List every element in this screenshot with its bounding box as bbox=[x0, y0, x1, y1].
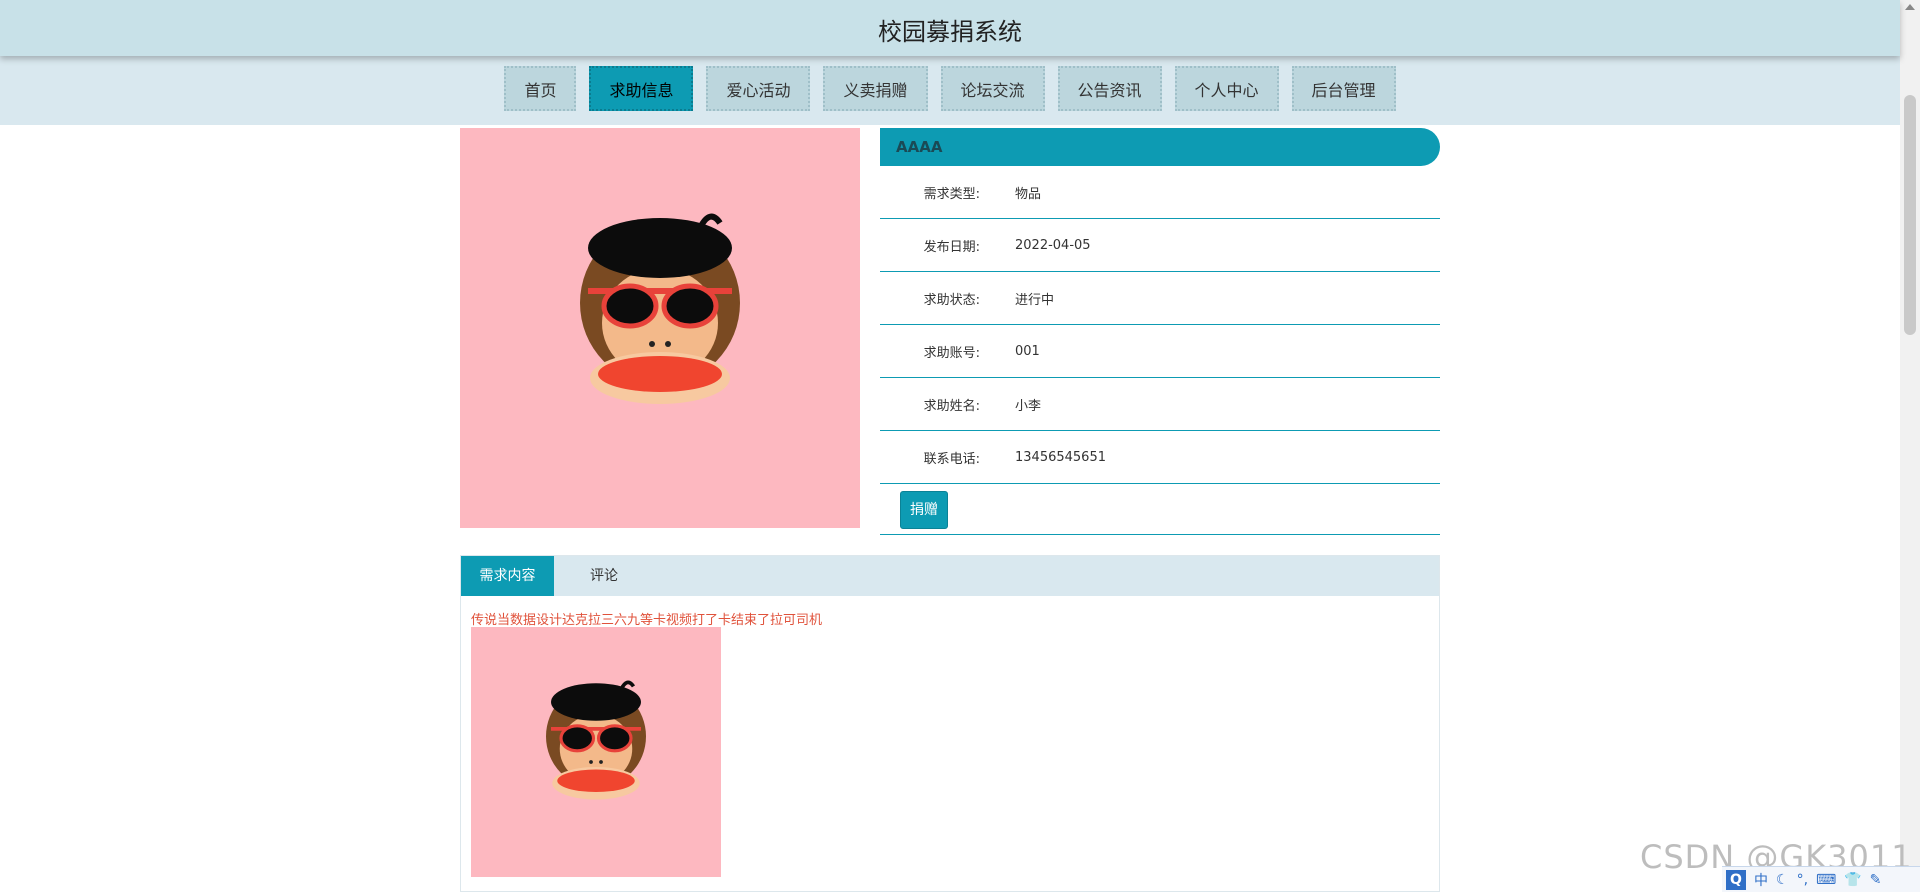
field-value: 进行中 bbox=[1015, 292, 1055, 308]
page-header: 校园募捐系统 bbox=[0, 0, 1900, 56]
nav-list: 首页 求助信息 爱心活动 义卖捐赠 论坛交流 公告资讯 个人中心 后台管理 bbox=[0, 66, 1900, 111]
scrollbar-thumb[interactable] bbox=[1904, 95, 1916, 335]
field-value: 13456545651 bbox=[1015, 449, 1106, 465]
field-label: 需求类型: bbox=[923, 186, 980, 202]
tab-demand-content[interactable]: 需求内容 bbox=[461, 556, 554, 596]
tab-comments[interactable]: 评论 bbox=[554, 556, 654, 596]
field-label: 发布日期: bbox=[923, 239, 980, 255]
monkey-illustration bbox=[580, 213, 740, 404]
field-row-account: 求助账号: 001 bbox=[880, 325, 1440, 378]
nav-item-home[interactable]: 首页 bbox=[504, 66, 577, 111]
content-tab-panel: 需求内容 评论 传说当数据设计达克拉三六九等卡视频打了卡结束了拉可司机 bbox=[460, 555, 1440, 892]
demand-content-image bbox=[471, 627, 721, 877]
nav-item-forum[interactable]: 论坛交流 bbox=[940, 66, 1045, 111]
scroll-up-arrow-icon[interactable] bbox=[1905, 4, 1915, 10]
punctuation-icon[interactable]: °, bbox=[1797, 872, 1808, 888]
tools-icon[interactable]: ✎ bbox=[1870, 872, 1882, 888]
moon-icon[interactable]: ☾ bbox=[1776, 872, 1789, 888]
field-row-demand-type: 需求类型: 物品 bbox=[880, 166, 1440, 219]
nav-item-announcements[interactable]: 公告资讯 bbox=[1057, 66, 1162, 111]
field-value: 物品 bbox=[1015, 186, 1042, 202]
ime-toolbar[interactable]: Q 中 ☾ °, ⌨ 👕 ✎ bbox=[1722, 866, 1920, 892]
detail-title: AAAA bbox=[880, 128, 1440, 166]
donate-button[interactable]: 捐赠 bbox=[900, 491, 948, 529]
nav-item-admin[interactable]: 后台管理 bbox=[1291, 66, 1396, 111]
main-navigation: 首页 求助信息 爱心活动 义卖捐赠 论坛交流 公告资讯 个人中心 后台管理 bbox=[0, 56, 1900, 125]
skin-icon[interactable]: 👕 bbox=[1844, 872, 1861, 888]
help-cover-image bbox=[460, 128, 860, 528]
field-label: 求助状态: bbox=[923, 292, 980, 308]
ime-logo-icon[interactable]: Q bbox=[1726, 869, 1746, 890]
field-row-publish-date: 发布日期: 2022-04-05 bbox=[880, 219, 1440, 272]
field-row-phone: 联系电话: 13456545651 bbox=[880, 431, 1440, 484]
nav-item-charity-sale[interactable]: 义卖捐赠 bbox=[823, 66, 928, 111]
field-value: 小李 bbox=[1015, 398, 1042, 414]
monkey-illustration bbox=[546, 680, 646, 800]
ime-mode-label[interactable]: 中 bbox=[1754, 870, 1768, 890]
nav-item-help-info[interactable]: 求助信息 bbox=[589, 66, 694, 111]
keyboard-icon[interactable]: ⌨ bbox=[1816, 872, 1836, 888]
page-scrollbar[interactable] bbox=[1900, 0, 1920, 892]
nav-item-personal-center[interactable]: 个人中心 bbox=[1174, 66, 1279, 111]
field-row-status: 求助状态: 进行中 bbox=[880, 272, 1440, 325]
field-row-name: 求助姓名: 小李 bbox=[880, 378, 1440, 431]
demand-content-text: 传说当数据设计达克拉三六九等卡视频打了卡结束了拉可司机 bbox=[471, 613, 823, 628]
field-label: 求助账号: bbox=[923, 345, 980, 361]
tab-bar: 需求内容 评论 bbox=[461, 556, 1439, 596]
donate-row: 捐赠 bbox=[880, 484, 1440, 535]
field-label: 联系电话: bbox=[923, 451, 980, 467]
nav-item-charity-activities[interactable]: 爱心活动 bbox=[706, 66, 811, 111]
field-label: 求助姓名: bbox=[923, 398, 980, 414]
field-value: 2022-04-05 bbox=[1015, 237, 1091, 253]
site-title: 校园募捐系统 bbox=[878, 18, 1022, 46]
field-value: 001 bbox=[1015, 343, 1040, 359]
help-detail-panel: AAAA 需求类型: 物品 发布日期: 2022-04-05 求助状态: 进行中… bbox=[880, 128, 1440, 535]
